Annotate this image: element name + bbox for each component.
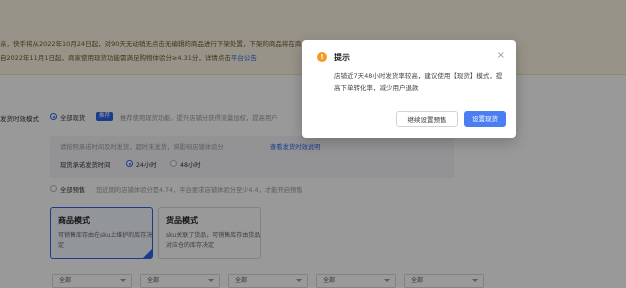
continue-presale-button[interactable]: 继续设置预售 — [396, 111, 458, 127]
dialog-title: 提示 — [334, 53, 350, 62]
dialog-message: 店铺近7天48小时发货率较高，建议使用【现货】模式，提高下单转化率，减少用户退款 — [334, 72, 503, 92]
warning-icon: ! — [317, 52, 327, 62]
close-icon[interactable]: × — [497, 50, 505, 62]
tip-dialog: ! 提示 × 店铺近7天48小时发货率较高，建议使用【现货】模式，提高下单转化率… — [302, 40, 516, 138]
set-in-stock-button[interactable]: 设置现货 — [464, 111, 506, 127]
